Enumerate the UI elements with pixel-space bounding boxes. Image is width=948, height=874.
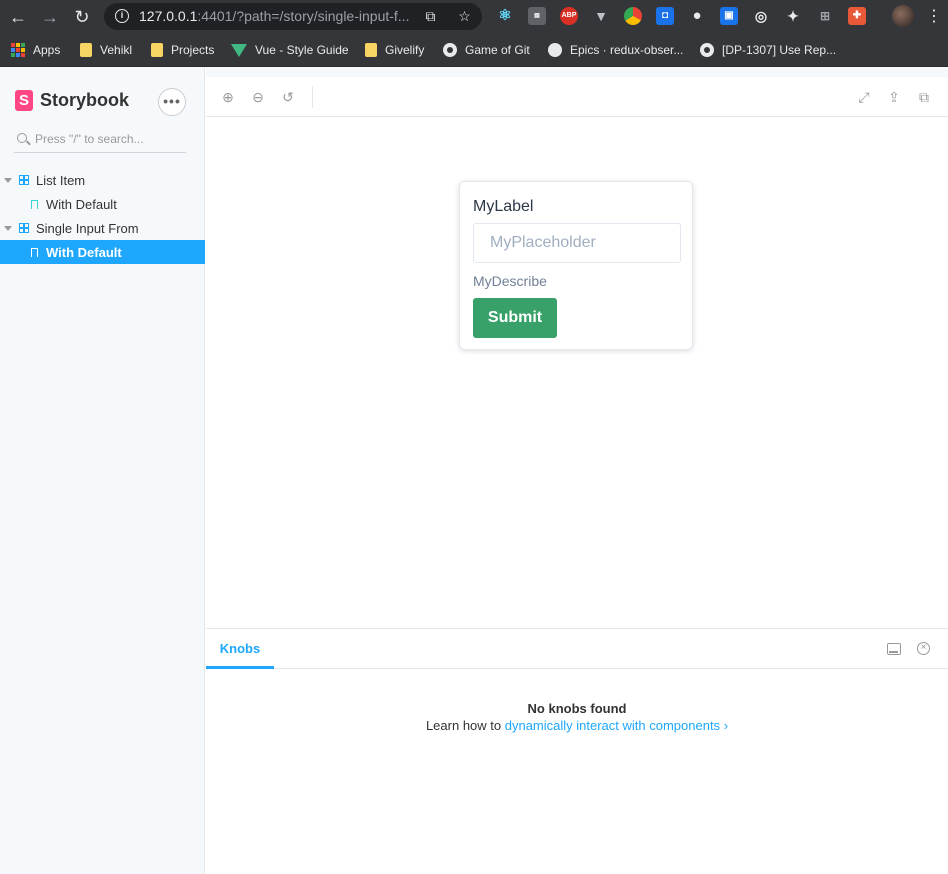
globe-icon xyxy=(548,43,562,57)
github-icon xyxy=(700,43,714,57)
bookmarks-bar: Apps Vehikl Projects Vue - Style Guide G… xyxy=(0,33,948,67)
reload-icon[interactable]: ↻ xyxy=(71,6,93,28)
bookmark-star-icon[interactable]: ☆ xyxy=(456,8,473,25)
empty-state-title: No knobs found xyxy=(527,701,627,716)
panel-position-icon[interactable] xyxy=(887,643,901,655)
bookmark-epics[interactable]: Epics · redux-obser... xyxy=(548,40,683,60)
back-arrow-icon[interactable]: ← xyxy=(7,6,29,28)
docs-link[interactable]: dynamically interact with components xyxy=(505,718,720,733)
addons-panel: Knobs × No knobs found Learn how to dyna… xyxy=(206,628,948,874)
clipboard-icon[interactable]: ▣ xyxy=(720,7,738,25)
expand-caret-icon[interactable] xyxy=(4,177,12,183)
folder-icon xyxy=(365,43,377,57)
preview-toolbar: ⊕ ⊖ ↺ ⤢ ⇪ ⧉ xyxy=(206,77,948,117)
panel-tabs: Knobs × xyxy=(206,629,948,669)
single-input-form: MyLabel MyDescribe Submit xyxy=(459,181,693,350)
bookmark-vehikl[interactable]: Vehikl xyxy=(80,40,132,60)
screenshot-icon[interactable]: ◘ xyxy=(656,7,674,25)
chrome-ext-icon[interactable] xyxy=(624,7,642,25)
bookmark-vue-style-guide[interactable]: Vue - Style Guide xyxy=(231,40,349,60)
folder-icon xyxy=(151,43,163,57)
github-icon xyxy=(443,43,457,57)
bookmark-game-of-git[interactable]: Game of Git xyxy=(443,40,530,60)
tree-component-single-input-from[interactable]: Single Input From xyxy=(0,216,205,240)
vuetify-icon[interactable]: ▼ xyxy=(592,7,610,25)
zoom-in-icon[interactable]: ⊕ xyxy=(218,87,238,107)
tab-knobs[interactable]: Knobs xyxy=(206,629,274,669)
close-panel-icon[interactable]: × xyxy=(917,642,930,655)
folder-icon xyxy=(80,43,92,57)
zoom-out-icon[interactable]: ⊖ xyxy=(248,87,268,107)
input-label: MyLabel xyxy=(473,198,534,215)
copy-link-icon[interactable]: ⧉ xyxy=(914,87,934,107)
storybook-sidebar: S Storybook ••• List Item With Default S… xyxy=(0,67,205,874)
url-text[interactable]: 127.0.0.1:4401/?path=/story/single-input… xyxy=(139,8,409,24)
sidebar-search[interactable] xyxy=(14,129,186,153)
tree-story-list-item-with-default[interactable]: With Default xyxy=(0,192,205,216)
forward-arrow-icon[interactable]: → xyxy=(39,6,61,28)
lighthouse-icon[interactable]: ✦ xyxy=(784,7,802,25)
extension-icon[interactable]: ▤ xyxy=(528,7,546,25)
component-icon xyxy=(19,175,29,185)
chevron-right-icon: › xyxy=(723,718,729,733)
storybook-brand: Storybook xyxy=(40,90,130,110)
input-description: MyDescribe xyxy=(473,273,547,289)
apps-icon xyxy=(11,43,25,57)
more-options-button[interactable]: ••• xyxy=(158,88,186,116)
grid-ext-icon[interactable]: ⊞ xyxy=(816,7,834,25)
bookmark-givelify[interactable]: Givelify xyxy=(365,40,424,60)
search-input[interactable] xyxy=(35,132,185,146)
text-input[interactable] xyxy=(473,223,681,263)
story-canvas: MyLabel MyDescribe Submit xyxy=(206,117,948,628)
site-info-icon[interactable]: i xyxy=(115,9,129,23)
storybook-logo-icon: S xyxy=(15,90,33,111)
gift-icon[interactable]: ✚ xyxy=(848,7,866,25)
address-bar[interactable]: i 127.0.0.1:4401/?path=/story/single-inp… xyxy=(104,3,482,30)
open-new-tab-icon[interactable]: ⇪ xyxy=(884,87,904,107)
adblock-icon[interactable]: ABP xyxy=(560,7,578,25)
toolbar-divider xyxy=(312,86,313,108)
component-icon xyxy=(19,223,29,233)
translate-icon[interactable]: ⧉ xyxy=(422,8,439,25)
browser-toolbar: ← → ↻ i 127.0.0.1:4401/?path=/story/sing… xyxy=(0,0,948,33)
submit-button[interactable]: Submit xyxy=(473,298,557,338)
preview-gap xyxy=(206,67,948,77)
bookmark-apps[interactable]: Apps xyxy=(11,40,60,60)
bookmark-icon xyxy=(31,199,38,209)
reset-zoom-icon[interactable]: ↺ xyxy=(278,87,298,107)
tree-story-single-input-with-default[interactable]: With Default xyxy=(0,240,205,264)
profile-avatar[interactable] xyxy=(892,5,914,27)
browser-menu-icon[interactable]: ⋮ xyxy=(926,6,942,28)
fullscreen-icon[interactable]: ⤢ xyxy=(854,87,874,107)
bookmark-icon xyxy=(31,247,38,257)
empty-state-text: Learn how to dynamically interact with c… xyxy=(425,718,729,733)
tree-component-list-item[interactable]: List Item xyxy=(0,168,205,192)
bookmark-projects[interactable]: Projects xyxy=(151,40,214,60)
vue-icon xyxy=(231,43,247,57)
target-icon[interactable]: ◎ xyxy=(752,7,770,25)
expand-caret-icon[interactable] xyxy=(4,225,12,231)
react-devtools-icon[interactable]: ⚛ xyxy=(496,7,514,25)
github-ext-icon[interactable]: ● xyxy=(688,7,706,25)
search-icon xyxy=(17,133,27,143)
bookmark-dp-1307[interactable]: [DP-1307] Use Rep... xyxy=(700,40,836,60)
